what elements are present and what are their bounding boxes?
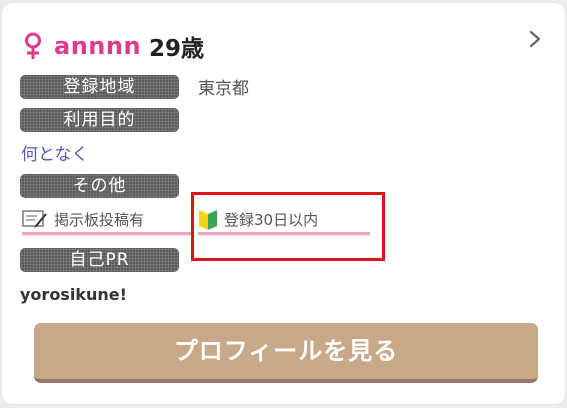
age: 29歳 xyxy=(149,36,205,62)
board-post-tag: 掲示板投稿有 xyxy=(22,206,192,235)
highlight-box xyxy=(191,192,385,261)
region-label: 登録地域 xyxy=(20,75,179,99)
profile-card[interactable]: annnn 29歳 登録地域 東京都 利用目的 何となく その他 掲示板投稿有 … xyxy=(2,3,565,404)
profile-header: annnn 29歳 xyxy=(22,31,205,62)
view-profile-button[interactable]: プロフィールを見る xyxy=(34,323,538,383)
other-label: その他 xyxy=(20,174,179,198)
pr-value: yorosikune! xyxy=(20,285,127,304)
board-post-tag-label: 掲示板投稿有 xyxy=(54,210,145,229)
purpose-label: 利用目的 xyxy=(20,108,179,132)
bulletin-board-memo-icon xyxy=(22,210,47,228)
pr-label: 自己PR xyxy=(20,248,179,272)
region-value: 東京都 xyxy=(198,79,249,99)
username: annnn xyxy=(54,32,142,60)
purpose-value: 何となく xyxy=(21,145,89,165)
chevron-right-icon[interactable] xyxy=(528,29,542,49)
female-symbol-icon xyxy=(25,32,41,59)
